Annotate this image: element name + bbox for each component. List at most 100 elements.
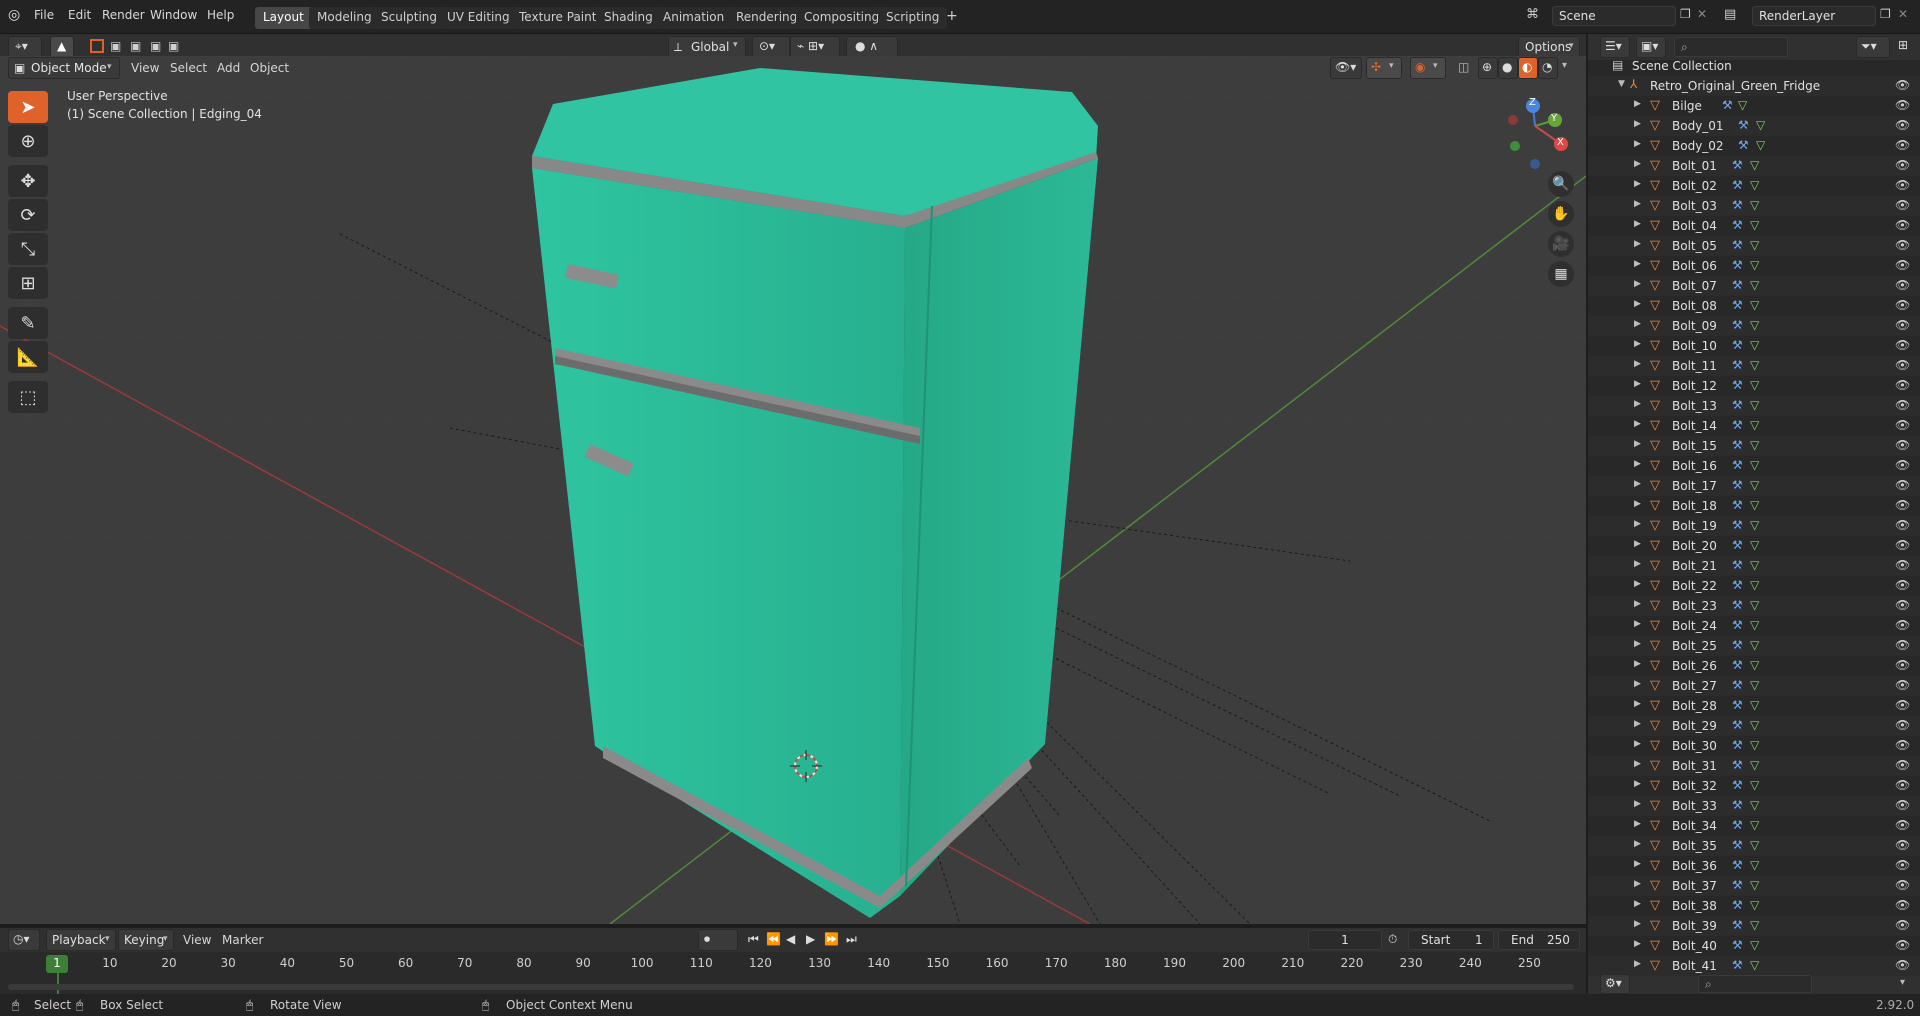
outliner-item[interactable]: ▶ ▽ Bolt_03 ⚒ ▽ 👁 bbox=[1588, 196, 1920, 216]
eye-icon[interactable]: 👁 bbox=[1895, 358, 1910, 372]
annotate-tool[interactable]: ✎ bbox=[8, 307, 48, 339]
outliner-item[interactable]: ▶ ▽ Bolt_12 ⚒ ▽ 👁 bbox=[1588, 376, 1920, 396]
overlay-toggle[interactable]: ◉ ▾ bbox=[1410, 57, 1446, 79]
eye-icon[interactable]: 👁 bbox=[1895, 158, 1910, 172]
eye-icon[interactable]: 👁 bbox=[1895, 958, 1910, 972]
expand-icon[interactable]: ▶ bbox=[1634, 399, 1641, 409]
modifier-wrench-icon[interactable]: ⚒ bbox=[1732, 558, 1743, 572]
eye-icon[interactable]: 👁 bbox=[1895, 398, 1910, 412]
modifier-wrench-icon[interactable]: ⚒ bbox=[1732, 198, 1743, 212]
mesh-data-icon[interactable]: ▽ bbox=[1738, 98, 1747, 112]
modifier-wrench-icon[interactable]: ⚒ bbox=[1732, 258, 1743, 272]
expand-icon[interactable]: ▶ bbox=[1634, 959, 1641, 969]
eye-icon[interactable]: 👁 bbox=[1895, 698, 1910, 712]
expand-icon[interactable]: ▶ bbox=[1634, 919, 1641, 929]
eye-icon[interactable]: 👁 bbox=[1895, 718, 1910, 732]
render-layer-copy-icon[interactable]: ❐ bbox=[1880, 7, 1891, 21]
modifier-wrench-icon[interactable]: ⚒ bbox=[1732, 598, 1743, 612]
outliner-item[interactable]: ▶ ▽ Bolt_15 ⚒ ▽ 👁 bbox=[1588, 436, 1920, 456]
expand-icon[interactable]: ▶ bbox=[1634, 179, 1641, 189]
timeline-menu-view[interactable]: View bbox=[183, 933, 211, 947]
mesh-data-icon[interactable]: ▽ bbox=[1750, 858, 1759, 872]
select-mode-extend-icon[interactable]: ▣ bbox=[110, 39, 121, 53]
mesh-data-icon[interactable]: ▽ bbox=[1750, 558, 1759, 572]
timeline-panel[interactable]: 10 20 30 40 50 60 70 80 90 100 110 120 130 140 150 160 1… bbox=[0, 952, 1586, 994]
eye-icon[interactable]: 👁 bbox=[1895, 798, 1910, 812]
outliner-item[interactable]: ▶ ▽ Bolt_27 ⚒ ▽ 👁 bbox=[1588, 676, 1920, 696]
modifier-wrench-icon[interactable]: ⚒ bbox=[1732, 478, 1743, 492]
outliner-item[interactable]: ▶ ▽ Bolt_13 ⚒ ▽ 👁 bbox=[1588, 396, 1920, 416]
modifier-wrench-icon[interactable]: ⚒ bbox=[1732, 378, 1743, 392]
eye-icon[interactable]: 👁 bbox=[1895, 878, 1910, 892]
eye-icon[interactable]: 👁 bbox=[1895, 818, 1910, 832]
expand-icon[interactable]: ▶ bbox=[1634, 659, 1641, 669]
expand-icon[interactable]: ▶ bbox=[1634, 499, 1641, 509]
filter-button[interactable]: ⏷▾ bbox=[1856, 36, 1890, 58]
modifier-wrench-icon[interactable]: ⚒ bbox=[1732, 218, 1743, 232]
modifier-wrench-icon[interactable]: ⚒ bbox=[1732, 718, 1743, 732]
modifier-wrench-icon[interactable]: ⚒ bbox=[1732, 438, 1743, 452]
outliner-item[interactable]: ▶ ▽ Bolt_01 ⚒ ▽ 👁 bbox=[1588, 156, 1920, 176]
camera-icon[interactable]: 🎥 bbox=[1548, 231, 1574, 257]
eye-icon[interactable]: 👁 bbox=[1895, 458, 1910, 472]
select-tool-button[interactable]: ▲ bbox=[50, 36, 74, 58]
shading-material-button[interactable]: ◐ bbox=[1518, 57, 1538, 79]
eye-icon[interactable]: 👁 bbox=[1895, 738, 1910, 752]
playhead-marker[interactable]: 1 bbox=[46, 955, 68, 973]
mesh-data-icon[interactable]: ▽ bbox=[1750, 478, 1759, 492]
mesh-data-icon[interactable]: ▽ bbox=[1750, 878, 1759, 892]
menu-object[interactable]: Object bbox=[250, 61, 289, 75]
expand-icon[interactable]: ▶ bbox=[1634, 299, 1641, 309]
gizmo-z-label[interactable]: Z bbox=[1529, 97, 1536, 108]
next-keyframe-icon[interactable]: ⏩ bbox=[824, 932, 839, 946]
outliner-item[interactable]: ▶ ▽ Bolt_29 ⚒ ▽ 👁 bbox=[1588, 716, 1920, 736]
outliner-item[interactable]: ▶ ▽ Bolt_35 ⚒ ▽ 👁 bbox=[1588, 836, 1920, 856]
gizmo-y-label[interactable]: Y bbox=[1551, 113, 1557, 124]
ortho-grid-icon[interactable]: ▦ bbox=[1548, 261, 1574, 287]
current-frame-field[interactable]: 1 bbox=[1308, 930, 1382, 950]
mesh-data-icon[interactable]: ▽ bbox=[1750, 458, 1759, 472]
eye-icon[interactable]: 👁 bbox=[1895, 198, 1910, 212]
menu-render[interactable]: Render bbox=[102, 8, 145, 22]
tab-animation[interactable]: Animation bbox=[655, 7, 733, 29]
outliner-item[interactable]: ▶ ▽ Bolt_06 ⚒ ▽ 👁 bbox=[1588, 256, 1920, 276]
mesh-data-icon[interactable]: ▽ bbox=[1750, 438, 1759, 452]
gizmo-toggle[interactable]: ✣ ▾ bbox=[1366, 57, 1402, 79]
eye-icon[interactable]: 👁 bbox=[1895, 598, 1910, 612]
eye-icon[interactable]: 👁 bbox=[1895, 338, 1910, 352]
eye-icon[interactable]: 👁 bbox=[1895, 258, 1910, 272]
outliner-item[interactable]: ▶ ▽ Bolt_17 ⚒ ▽ 👁 bbox=[1588, 476, 1920, 496]
mesh-data-icon[interactable]: ▽ bbox=[1750, 338, 1759, 352]
select-mode-intersect-icon[interactable]: ▣ bbox=[168, 39, 179, 53]
eye-icon[interactable]: 👁 bbox=[1895, 378, 1910, 392]
modifier-wrench-icon[interactable]: ⚒ bbox=[1732, 398, 1743, 412]
play-reverse-icon[interactable]: ◀ bbox=[786, 932, 795, 946]
expand-icon[interactable]: ▶ bbox=[1634, 339, 1641, 349]
zoom-icon[interactable]: 🔍 bbox=[1548, 171, 1574, 197]
transform-orientation-dropdown[interactable]: ⟂ Global ▾ bbox=[668, 36, 746, 58]
properties-chevron-icon[interactable]: ▾ bbox=[1900, 977, 1905, 988]
eye-icon[interactable]: 👁 bbox=[1895, 558, 1910, 572]
tab-modeling[interactable]: Modeling bbox=[309, 7, 380, 29]
eye-icon[interactable]: 👁 bbox=[1895, 778, 1910, 792]
menu-view[interactable]: View bbox=[131, 61, 159, 75]
eye-icon[interactable]: 👁 bbox=[1895, 658, 1910, 672]
modifier-wrench-icon[interactable]: ⚒ bbox=[1732, 638, 1743, 652]
transform-tool[interactable]: ⊞ bbox=[8, 267, 48, 299]
jump-start-icon[interactable]: ⏮ bbox=[748, 932, 759, 947]
outliner-item[interactable]: ▶ ▽ Bolt_08 ⚒ ▽ 👁 bbox=[1588, 296, 1920, 316]
expand-icon[interactable]: ▶ bbox=[1634, 539, 1641, 549]
mesh-data-icon[interactable]: ▽ bbox=[1750, 898, 1759, 912]
eye-icon[interactable]: 👁 bbox=[1895, 638, 1910, 652]
shading-rendered-button[interactable]: ◔ bbox=[1538, 57, 1558, 79]
outliner-item[interactable]: ▶ ▽ Bolt_11 ⚒ ▽ 👁 bbox=[1588, 356, 1920, 376]
modifier-wrench-icon[interactable]: ⚒ bbox=[1732, 318, 1743, 332]
mesh-data-icon[interactable]: ▽ bbox=[1756, 138, 1765, 152]
eye-icon[interactable]: 👁 bbox=[1895, 898, 1910, 912]
expand-icon[interactable]: ▶ bbox=[1634, 259, 1641, 269]
outliner-item[interactable]: ▶ ▽ Bolt_20 ⚒ ▽ 👁 bbox=[1588, 536, 1920, 556]
eye-icon[interactable]: 👁 bbox=[1895, 918, 1910, 932]
expand-icon[interactable]: ▶ bbox=[1634, 879, 1641, 889]
modifier-wrench-icon[interactable]: ⚒ bbox=[1732, 658, 1743, 672]
expand-icon[interactable]: ▶ bbox=[1634, 199, 1641, 209]
